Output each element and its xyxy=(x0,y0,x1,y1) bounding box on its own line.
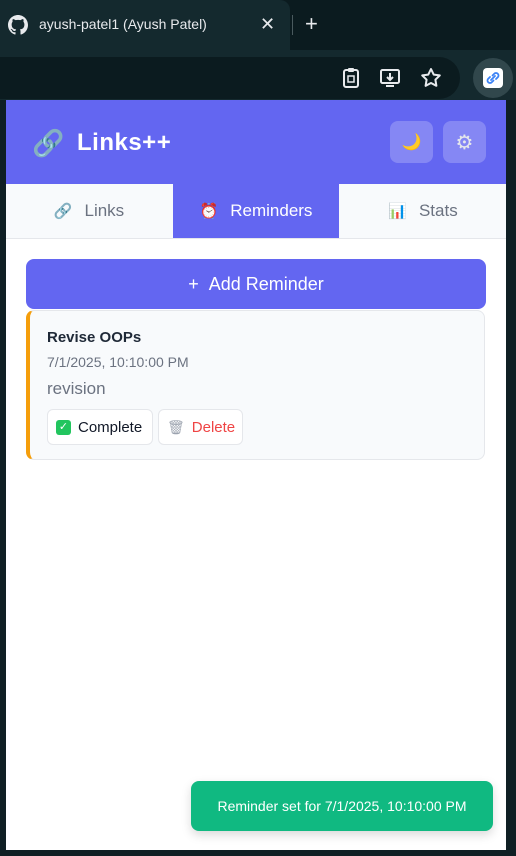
complete-label: Complete xyxy=(78,418,143,436)
reminder-card: Revise OOPs 7/1/2025, 10:10:00 PM revisi… xyxy=(26,310,485,460)
extension-popup: 🔗 Links++ 🌙 ⚙ 🔗 Links ⏰ Reminders 📊 Stat… xyxy=(6,100,506,850)
tab-label: Links xyxy=(84,201,125,220)
tab-stats[interactable]: 📊 Stats xyxy=(340,184,506,238)
plus-icon: + xyxy=(188,273,199,294)
tab-label: Reminders xyxy=(230,201,313,220)
app-title: Links++ xyxy=(77,129,172,156)
install-app-icon[interactable] xyxy=(379,66,403,90)
gear-icon: ⚙ xyxy=(455,131,474,154)
tab-label: Stats xyxy=(418,201,458,220)
bar-chart-icon: 📊 xyxy=(388,203,407,220)
extension-button[interactable] xyxy=(473,58,513,98)
link-logo-icon: 🔗 xyxy=(32,128,65,158)
popup-header: 🔗 Links++ 🌙 ⚙ xyxy=(6,100,506,184)
browser-tabstrip: ayush-patel1 (Ayush Patel) ✕ + xyxy=(0,0,516,50)
github-icon xyxy=(8,15,28,35)
alarm-clock-icon: ⏰ xyxy=(199,203,219,220)
trash-icon: 🗑 xyxy=(167,418,185,435)
bookmark-star-icon[interactable] xyxy=(419,66,443,90)
new-tab-icon[interactable]: + xyxy=(305,12,318,36)
tab-links[interactable]: 🔗 Links xyxy=(6,184,172,238)
settings-button[interactable]: ⚙ xyxy=(443,121,486,163)
delete-label: Delete xyxy=(191,418,236,436)
toast-notification: Reminder set for 7/1/2025, 10:10:00 PM xyxy=(191,781,493,831)
tab-title: ayush-patel1 (Ayush Patel) xyxy=(39,16,207,32)
tab-reminders[interactable]: ⏰ Reminders xyxy=(173,184,339,238)
moon-icon: 🌙 xyxy=(401,134,422,151)
checkmark-icon: ✓ xyxy=(56,419,71,435)
add-reminder-label: Add Reminder xyxy=(208,273,324,294)
reminder-description: revision xyxy=(47,379,106,398)
link-icon: 🔗 xyxy=(53,203,73,220)
delete-button[interactable]: 🗑 Delete xyxy=(158,409,243,445)
theme-toggle-button[interactable]: 🌙 xyxy=(390,121,433,163)
browser-tab[interactable]: ayush-patel1 (Ayush Patel) ✕ xyxy=(0,0,290,50)
complete-button[interactable]: ✓ Complete xyxy=(47,409,153,445)
tab-bar: 🔗 Links ⏰ Reminders 📊 Stats xyxy=(6,184,506,239)
reminder-title: Revise OOPs xyxy=(47,329,142,346)
extension-link-icon xyxy=(483,68,503,88)
reminder-time: 7/1/2025, 10:10:00 PM xyxy=(47,354,189,370)
add-reminder-button[interactable]: + Add Reminder xyxy=(26,259,486,309)
tab-separator xyxy=(292,15,293,35)
clipboard-icon[interactable] xyxy=(339,66,363,90)
close-tab-icon[interactable]: ✕ xyxy=(260,14,275,34)
